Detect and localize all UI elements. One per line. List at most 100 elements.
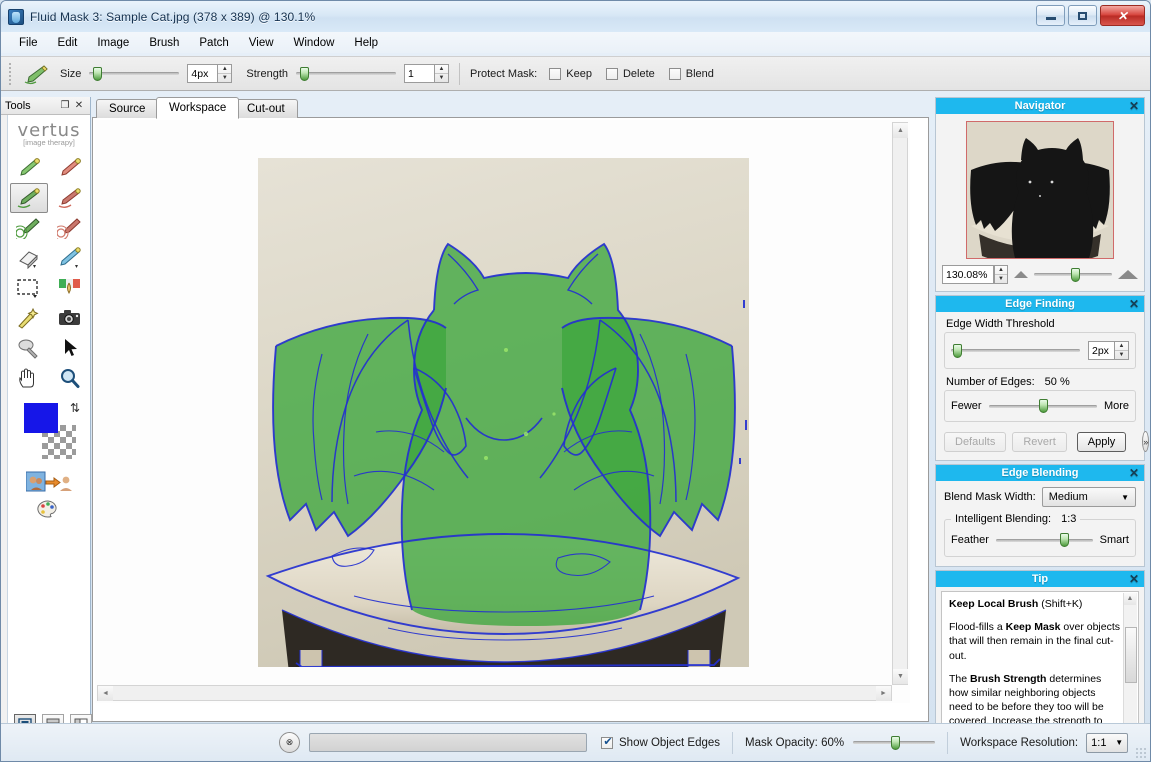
tab-source[interactable]: Source: [96, 99, 159, 118]
tab-workspace[interactable]: Workspace: [156, 97, 240, 119]
edge-width-threshold-spin-down[interactable]: ▼: [1115, 351, 1128, 359]
scroll-down-button[interactable]: ▼: [893, 669, 908, 684]
navigator-thumbnail[interactable]: [966, 121, 1114, 259]
workspace-image[interactable]: [258, 158, 749, 667]
menu-patch[interactable]: Patch: [189, 35, 238, 51]
size-spin-arrows[interactable]: ▲ ▼: [217, 64, 233, 83]
edge-width-threshold-input[interactable]: [1088, 341, 1114, 360]
tool-delete-global-brush[interactable]: [51, 213, 89, 243]
tool-keep-local-brush[interactable]: [9, 183, 48, 213]
number-of-edges-slider[interactable]: [988, 398, 1097, 414]
scroll-left-button[interactable]: ◄: [98, 686, 113, 701]
menu-image[interactable]: Image: [87, 35, 139, 51]
expand-more-button[interactable]: »: [1142, 431, 1150, 452]
tool-patch-camera[interactable]: [51, 303, 89, 333]
tool-delete-exact-brush[interactable]: [51, 153, 89, 183]
size-input[interactable]: [187, 64, 218, 83]
canvas-horizontal-scrollbar[interactable]: ◄ ►: [97, 685, 892, 701]
window-resize-grip[interactable]: [1135, 747, 1147, 759]
size-slider[interactable]: [89, 66, 180, 82]
zoom-spin-down[interactable]: ▼: [995, 275, 1007, 283]
navigator-zoom-thumb[interactable]: [1071, 267, 1081, 282]
tool-chisel[interactable]: [10, 333, 48, 363]
protect-blend-checkbox[interactable]: [668, 67, 681, 80]
tool-rectangle-select[interactable]: [10, 273, 48, 303]
edge-width-threshold-slider[interactable]: [951, 343, 1080, 359]
strength-spin-arrows[interactable]: ▲ ▼: [434, 64, 449, 83]
float-icon[interactable]: ❐: [58, 100, 72, 111]
edge-width-threshold-stepper[interactable]: ▲ ▼: [1088, 341, 1129, 360]
zoom-level-field[interactable]: 130.08%: [942, 265, 994, 284]
tool-blend-exact-pen[interactable]: [51, 273, 89, 303]
tip-scroll-up[interactable]: ▲: [1124, 593, 1136, 605]
tip-content[interactable]: Keep Local Brush (Shift+K) Flood-fills a…: [941, 591, 1139, 743]
strength-input[interactable]: [404, 64, 434, 83]
canvas-viewport[interactable]: ▲ ▼ ◄ ►: [95, 120, 910, 703]
strength-slider-thumb[interactable]: [300, 66, 309, 81]
tool-mask-eraser[interactable]: [10, 243, 48, 273]
menu-edit[interactable]: Edit: [48, 35, 88, 51]
tool-hand-pan[interactable]: [10, 363, 48, 393]
defaults-button[interactable]: Defaults: [944, 431, 1007, 452]
zoom-spin-up[interactable]: ▲: [995, 266, 1007, 275]
strength-slider[interactable]: [296, 66, 396, 82]
menu-brush[interactable]: Brush: [139, 35, 189, 51]
close-icon[interactable]: ✕: [1129, 98, 1139, 114]
close-button[interactable]: ✕: [1100, 5, 1145, 26]
show-object-edges-checkbox[interactable]: [601, 735, 614, 749]
close-icon[interactable]: ✕: [1129, 465, 1139, 481]
minimize-button[interactable]: [1036, 5, 1065, 26]
tool-zoom-magnifier[interactable]: [51, 363, 89, 393]
cancel-operation-button[interactable]: ⊗: [279, 732, 300, 753]
maximize-button[interactable]: [1068, 5, 1097, 26]
strength-stepper[interactable]: ▲ ▼: [404, 64, 449, 83]
zoom-out-icon[interactable]: [1014, 271, 1028, 278]
scroll-up-button[interactable]: ▲: [893, 123, 908, 138]
navigator-zoom-slider[interactable]: [1034, 267, 1112, 283]
revert-button[interactable]: Revert: [1012, 431, 1067, 452]
palette-button[interactable]: [8, 500, 90, 523]
apply-button[interactable]: Apply: [1076, 431, 1127, 452]
preview-compare-button[interactable]: [8, 471, 90, 496]
tab-cutout[interactable]: Cut-out: [234, 99, 298, 118]
size-spin-down[interactable]: ▼: [218, 74, 231, 82]
zoom-stepper[interactable]: ▲ ▼: [994, 265, 1008, 284]
menu-window[interactable]: Window: [284, 35, 345, 51]
toolbar-drag-grip[interactable]: [9, 62, 14, 85]
tool-pointer-arrow[interactable]: [51, 333, 89, 363]
tool-blend-brush[interactable]: [51, 243, 89, 273]
mask-opacity-thumb[interactable]: [890, 735, 900, 750]
strength-spin-up[interactable]: ▲: [435, 65, 448, 74]
swap-colors-icon[interactable]: ⇅: [70, 401, 80, 415]
workspace-resolution-select[interactable]: 1:1 ▼: [1086, 732, 1129, 753]
mask-opacity-slider[interactable]: [853, 735, 936, 751]
size-stepper[interactable]: ▲ ▼: [187, 64, 233, 83]
menu-file[interactable]: File: [9, 35, 48, 51]
canvas-vertical-scrollbar[interactable]: ▲ ▼: [892, 122, 908, 685]
close-icon[interactable]: ✕: [1129, 571, 1139, 587]
blend-mask-width-select[interactable]: Medium ▼: [1041, 487, 1136, 507]
size-slider-thumb[interactable]: [93, 66, 103, 81]
tool-keep-exact-brush[interactable]: [10, 153, 48, 183]
edge-width-threshold-spin-up[interactable]: ▲: [1115, 342, 1128, 351]
protect-delete-checkbox[interactable]: [605, 67, 618, 80]
tool-delete-local-brush[interactable]: [51, 183, 89, 213]
edge-width-threshold-spin-arrows[interactable]: ▲ ▼: [1114, 341, 1129, 360]
close-icon[interactable]: ✕: [72, 100, 86, 111]
strength-spin-down[interactable]: ▼: [435, 74, 448, 82]
zoom-in-icon[interactable]: [1118, 270, 1138, 279]
edge-width-threshold-thumb[interactable]: [953, 343, 962, 358]
foreground-swatch[interactable]: [24, 403, 58, 433]
scroll-right-button[interactable]: ►: [876, 686, 891, 701]
tool-magic-wand[interactable]: [10, 303, 48, 333]
protect-keep-checkbox[interactable]: [549, 67, 562, 80]
menu-view[interactable]: View: [239, 35, 284, 51]
feather-smart-slider[interactable]: [995, 532, 1093, 548]
size-spin-up[interactable]: ▲: [218, 65, 232, 74]
feather-smart-thumb[interactable]: [1059, 533, 1069, 547]
zoom-spin-arrows[interactable]: ▲ ▼: [994, 265, 1008, 284]
tip-scroll-thumb[interactable]: [1125, 627, 1137, 683]
tool-keep-global-brush[interactable]: [10, 213, 48, 243]
close-icon[interactable]: ✕: [1129, 296, 1139, 312]
menu-help[interactable]: Help: [344, 35, 388, 51]
